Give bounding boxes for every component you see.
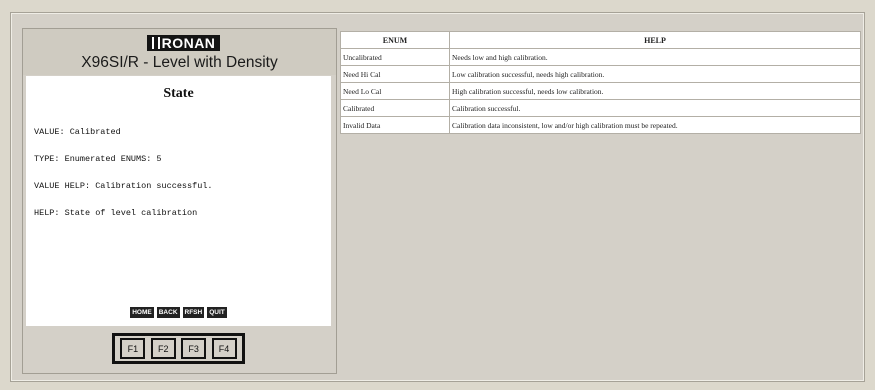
help-cell: High calibration successful, needs low c… (449, 82, 861, 100)
table-row: Uncalibrated Needs low and high calibrat… (340, 48, 861, 66)
function-key-group: F1 F2 F3 F4 (112, 333, 245, 364)
softkey-refresh: RFSH (182, 307, 205, 318)
help-cell: Needs low and high calibration. (449, 48, 861, 66)
screen-line-help: HELP: State of level calibration (34, 208, 198, 218)
lcd-screen: State VALUE: Calibrated TYPE: Enumerated… (26, 76, 331, 326)
f1-button[interactable]: F1 (120, 338, 146, 359)
f2-button[interactable]: F2 (150, 338, 176, 359)
column-header-help: HELP (449, 31, 861, 49)
f3-button[interactable]: F3 (181, 338, 207, 359)
device-header: RONAN X96SI/R - Level with Density (23, 29, 336, 75)
softkey-bar: HOME BACK RFSH QUIT (26, 307, 331, 318)
device-panel: RONAN X96SI/R - Level with Density State… (22, 28, 337, 374)
screen-line-value: VALUE: Calibrated (34, 127, 121, 137)
help-cell: Calibration data inconsistent, low and/o… (449, 116, 861, 134)
screen-info: VALUE: Calibrated TYPE: Enumerated ENUMS… (34, 110, 213, 236)
softkey-home: HOME (130, 307, 154, 318)
table-row: Invalid Data Calibration data inconsiste… (340, 116, 861, 134)
table-row: Need Lo Cal High calibration successful,… (340, 82, 861, 100)
enum-cell: Need Lo Cal (340, 82, 450, 100)
ronan-logo: RONAN (147, 35, 220, 51)
softkey-back: BACK (156, 307, 180, 318)
help-cell: Low calibration successful, needs high c… (449, 65, 861, 83)
column-header-enum: ENUM (340, 31, 450, 49)
enum-cell: Calibrated (340, 99, 450, 117)
help-cell: Calibration successful. (449, 99, 861, 117)
screen-title: State (163, 86, 194, 101)
table-header-row: ENUM HELP (340, 31, 861, 49)
logo-text: RONAN (161, 35, 216, 51)
screen-line-type: TYPE: Enumerated ENUMS: 5 (34, 154, 162, 164)
logo-mark-icon (151, 37, 160, 49)
f4-button[interactable]: F4 (211, 338, 237, 359)
enum-panel: ENUM HELP Uncalibrated Needs low and hig… (336, 28, 863, 372)
screen-line-value-help: VALUE HELP: Calibration successful. (34, 181, 213, 191)
enum-cell: Need Hi Cal (340, 65, 450, 83)
enum-cell: Uncalibrated (340, 48, 450, 66)
table-row: Calibrated Calibration successful. (340, 99, 861, 117)
enum-table: ENUM HELP Uncalibrated Needs low and hig… (340, 31, 861, 134)
device-title: X96SI/R - Level with Density (81, 54, 278, 71)
softkey-quit: QUIT (207, 307, 227, 318)
table-row: Need Hi Cal Low calibration successful, … (340, 65, 861, 83)
enum-cell: Invalid Data (340, 116, 450, 134)
